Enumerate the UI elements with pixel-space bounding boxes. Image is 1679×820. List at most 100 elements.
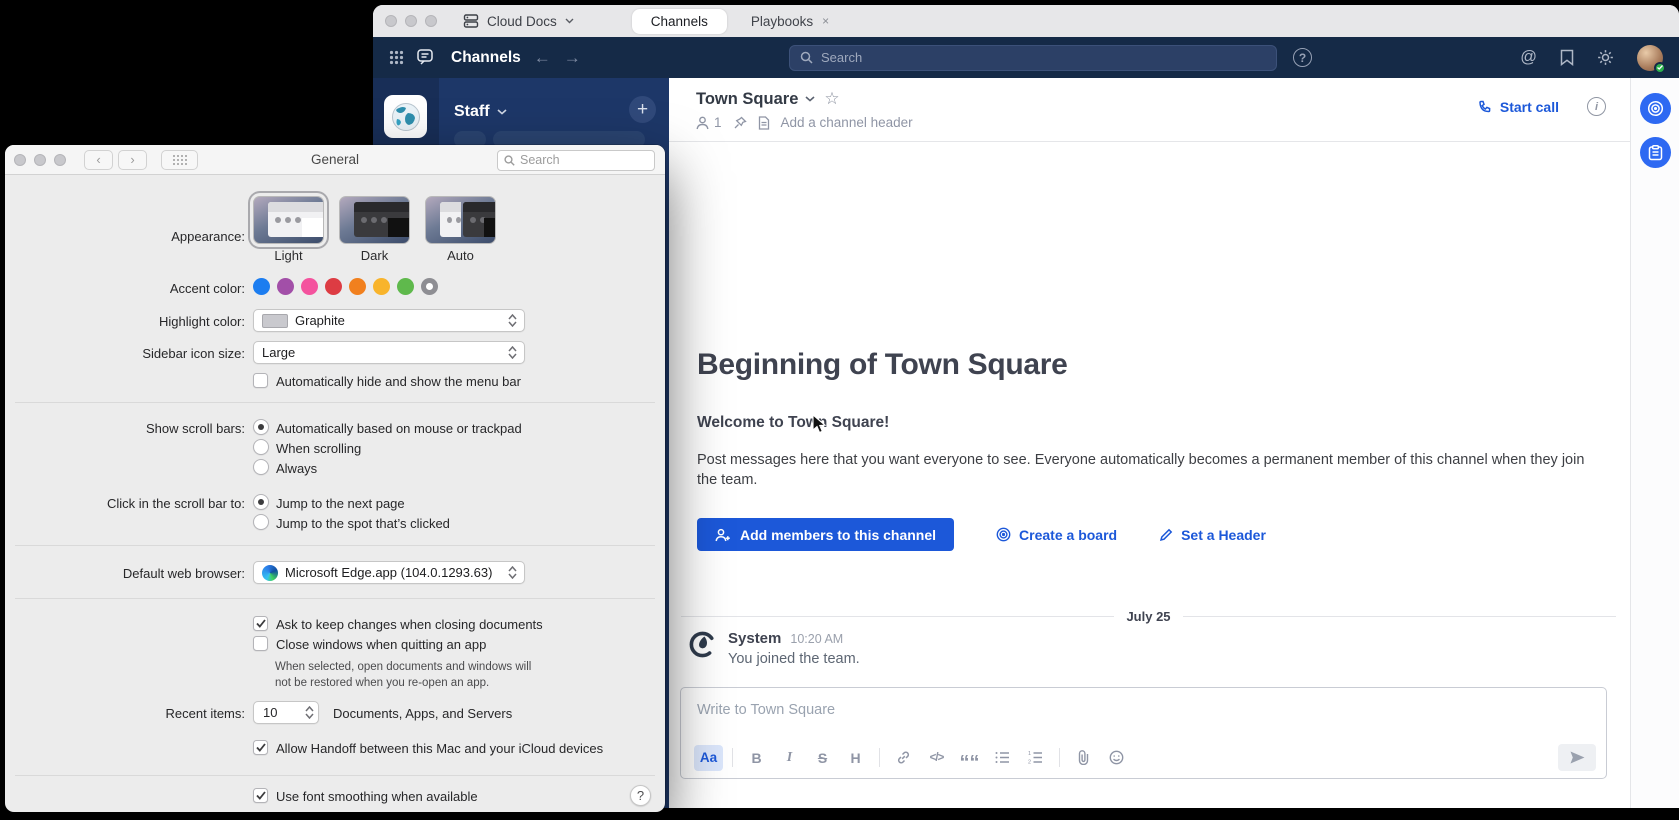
status-online-icon — [1654, 62, 1666, 74]
show-all-preferences-button[interactable] — [161, 150, 198, 170]
accent-yellow[interactable] — [373, 278, 390, 295]
history-forward-icon[interactable]: → — [564, 49, 581, 66]
keep-changes-label: Ask to keep changes when closing documen… — [276, 617, 543, 632]
keep-changes-checkbox[interactable] — [253, 616, 268, 631]
channel-files-icon[interactable] — [758, 116, 770, 130]
accent-red[interactable] — [325, 278, 342, 295]
strikethrough-icon[interactable]: S — [808, 745, 837, 771]
team-avatar-globe-icon[interactable] — [384, 95, 427, 138]
accent-green[interactable] — [397, 278, 414, 295]
add-channel-header-link[interactable]: Add a channel header — [781, 115, 913, 130]
forward-button[interactable]: › — [118, 150, 147, 170]
accent-graphite[interactable] — [421, 278, 438, 295]
code-icon[interactable]: </> — [922, 745, 951, 771]
channel-info-icon[interactable]: i — [1587, 97, 1606, 116]
bold-icon[interactable]: B — [742, 745, 771, 771]
link-icon[interactable] — [889, 745, 918, 771]
tab-channels[interactable]: Channels — [632, 9, 727, 34]
scrollbars-always-radio[interactable] — [253, 459, 269, 475]
channel-intro-title: Beginning of Town Square — [697, 348, 1068, 382]
accent-pink[interactable] — [301, 278, 318, 295]
accent-purple[interactable] — [277, 278, 294, 295]
italic-icon[interactable]: I — [775, 745, 804, 771]
default-browser-value: Microsoft Edge.app (104.0.1293.63) — [285, 565, 492, 580]
date-divider-label[interactable]: July 25 — [1114, 609, 1182, 624]
server-menu[interactable]: Cloud Docs — [463, 14, 574, 29]
favorite-star-icon[interactable]: ☆ — [824, 89, 839, 109]
header-right-group: @ — [1520, 45, 1663, 71]
prefs-search-input[interactable]: Search — [497, 150, 655, 171]
highlight-swatch — [262, 314, 288, 328]
bulleted-list-icon[interactable] — [988, 745, 1017, 771]
menubar-autohide-checkbox[interactable] — [253, 373, 268, 388]
scroll-click-next-page-radio[interactable] — [253, 494, 269, 510]
handoff-checkbox[interactable] — [253, 740, 268, 755]
saved-posts-icon[interactable] — [1560, 49, 1574, 66]
minimize-window-button[interactable] — [405, 15, 417, 27]
attachment-paperclip-icon[interactable] — [1069, 745, 1098, 771]
playbooks-app-icon[interactable] — [1640, 137, 1671, 168]
scrollbars-when-scrolling-label: When scrolling — [276, 441, 361, 456]
recent-items-select[interactable]: 10 — [253, 701, 319, 724]
scrollbars-when-scrolling-radio[interactable] — [253, 439, 269, 455]
appearance-option-light[interactable] — [253, 196, 324, 244]
close-windows-checkbox[interactable] — [253, 636, 268, 651]
start-call-button[interactable]: Start call — [1478, 99, 1559, 115]
scrollbars-auto-label: Automatically based on mouse or trackpad — [276, 421, 522, 436]
plus-icon: + — [637, 99, 648, 121]
highlight-color-select[interactable]: Graphite — [253, 309, 525, 332]
mentions-icon[interactable]: @ — [1520, 48, 1537, 67]
settings-gear-icon[interactable] — [1597, 49, 1614, 66]
boards-app-icon[interactable] — [1640, 93, 1671, 124]
message-timestamp: 10:20 AM — [790, 632, 843, 646]
pinned-posts-icon[interactable] — [733, 116, 747, 130]
set-header-button[interactable]: Set a Header — [1159, 527, 1266, 543]
global-search-input[interactable]: Search — [789, 45, 1277, 71]
accent-blue[interactable] — [253, 278, 270, 295]
heading-icon[interactable]: H — [841, 745, 870, 771]
appearance-option-auto[interactable] — [425, 196, 496, 244]
add-members-button[interactable]: Add members to this channel — [697, 518, 954, 551]
formatting-toolbar: Aa B I S H </> ““ — [692, 744, 1596, 771]
traffic-lights[interactable] — [385, 15, 437, 27]
channel-header: Town Square ☆ 1 — [669, 78, 1630, 142]
create-board-label: Create a board — [1019, 527, 1117, 543]
tab-playbooks[interactable]: Playbooks × — [739, 14, 841, 29]
quote-icon[interactable]: ““ — [955, 745, 984, 771]
default-browser-select[interactable]: Microsoft Edge.app (104.0.1293.63) — [253, 561, 525, 584]
sidebar-icon-size-select[interactable]: Large — [253, 341, 525, 364]
text-style-button[interactable]: Aa — [694, 745, 723, 771]
create-board-button[interactable]: Create a board — [996, 527, 1117, 543]
edge-browser-icon — [262, 565, 278, 581]
help-icon[interactable]: ? — [1293, 48, 1312, 67]
close-window-button[interactable] — [385, 15, 397, 27]
zoom-window-button[interactable] — [425, 15, 437, 27]
toolbar-separator — [732, 748, 733, 767]
channel-name-menu[interactable]: Town Square — [696, 90, 815, 109]
message-sender[interactable]: System — [728, 630, 781, 647]
toolbar-separator — [1059, 748, 1060, 767]
emoji-icon[interactable] — [1102, 745, 1131, 771]
tab-close-icon[interactable]: × — [822, 14, 829, 28]
scroll-click-spot-radio[interactable] — [253, 514, 269, 530]
help-button[interactable]: ? — [630, 785, 651, 806]
message-composer[interactable]: Write to Town Square Aa B I S H — [680, 687, 1607, 779]
font-smoothing-checkbox[interactable] — [253, 788, 268, 803]
team-menu[interactable]: Staff — [454, 103, 507, 121]
history-back-icon[interactable]: ← — [534, 49, 551, 66]
add-members-label: Add members to this channel — [740, 527, 936, 543]
send-message-button[interactable] — [1558, 744, 1596, 771]
members-count-button[interactable]: 1 — [696, 115, 722, 130]
section-divider — [15, 775, 655, 776]
scrollbars-auto-radio[interactable] — [253, 419, 269, 435]
appearance-option-dark[interactable] — [339, 196, 410, 244]
svg-text:2: 2 — [1028, 760, 1031, 765]
message-input[interactable]: Write to Town Square — [681, 688, 1606, 732]
user-avatar[interactable] — [1637, 45, 1663, 71]
add-channel-button[interactable]: + — [629, 96, 656, 123]
numbered-list-icon[interactable]: 1 2 — [1021, 745, 1050, 771]
product-switcher-grid-icon[interactable] — [389, 50, 404, 65]
sidebar-icon-size-label: Sidebar icon size: — [5, 346, 245, 361]
accent-orange[interactable] — [349, 278, 366, 295]
back-button[interactable]: ‹ — [84, 150, 113, 170]
